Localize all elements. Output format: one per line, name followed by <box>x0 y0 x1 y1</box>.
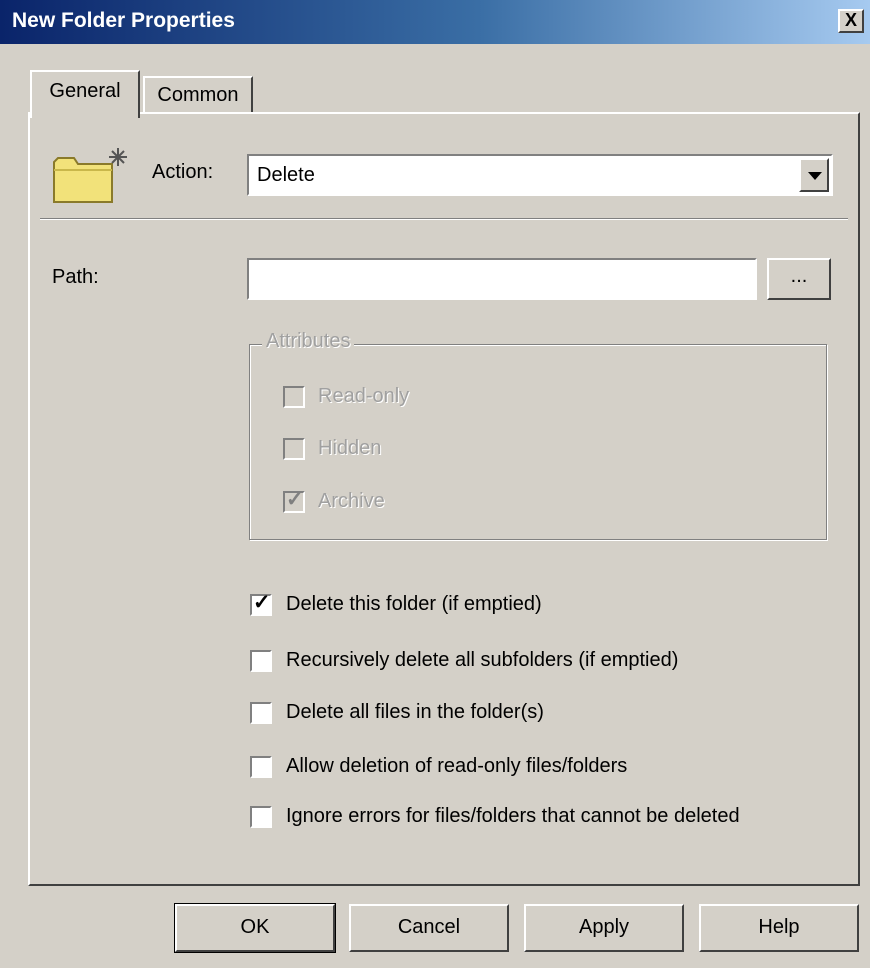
readonly-label: Read-only <box>318 385 410 407</box>
allow-readonly-checkbox[interactable] <box>250 756 272 778</box>
help-button[interactable]: Help <box>699 904 859 952</box>
delete-folder-checkbox[interactable]: ✓ <box>250 591 272 616</box>
delete-files-checkbox[interactable] <box>250 702 272 724</box>
recursive-delete-label: Recursively delete all subfolders (if em… <box>286 649 679 671</box>
ok-button[interactable]: OK <box>174 903 336 953</box>
tab-common[interactable]: Common <box>143 76 253 114</box>
allow-readonly-label: Allow deletion of read-only files/folder… <box>286 755 628 777</box>
action-label: Action: <box>152 161 214 183</box>
path-label: Path: <box>52 266 99 288</box>
divider <box>40 218 848 220</box>
action-value: Delete <box>257 164 315 186</box>
archive-label: Archive <box>318 490 385 512</box>
attributes-label: Attributes <box>262 330 355 353</box>
hidden-label: Hidden <box>318 437 382 459</box>
ignore-errors-checkbox[interactable] <box>250 806 272 828</box>
check-mark-icon: ✓ <box>253 591 271 614</box>
hidden-checkbox[interactable] <box>283 438 305 460</box>
readonly-checkbox[interactable] <box>283 386 305 408</box>
delete-files-label: Delete all files in the folder(s) <box>286 701 544 723</box>
check-mark-icon: ✓ <box>286 488 304 511</box>
recursive-delete-checkbox[interactable] <box>250 650 272 672</box>
delete-folder-label: Delete this folder (if emptied) <box>286 593 542 615</box>
path-input[interactable] <box>247 258 757 300</box>
folder-new-icon <box>53 148 127 203</box>
cancel-button[interactable]: Cancel <box>349 904 509 952</box>
browse-button[interactable]: ... <box>767 258 831 300</box>
title-bar: New Folder Properties X <box>0 0 870 44</box>
tab-general[interactable]: General <box>30 70 140 118</box>
ignore-errors-label: Ignore errors for files/folders that can… <box>286 805 740 827</box>
window-title: New Folder Properties <box>12 9 235 32</box>
close-button[interactable]: X <box>838 9 864 33</box>
action-select[interactable]: Delete <box>247 154 833 196</box>
chevron-down-icon[interactable] <box>799 158 829 192</box>
archive-checkbox[interactable]: ✓ <box>283 488 305 513</box>
apply-button[interactable]: Apply <box>524 904 684 952</box>
